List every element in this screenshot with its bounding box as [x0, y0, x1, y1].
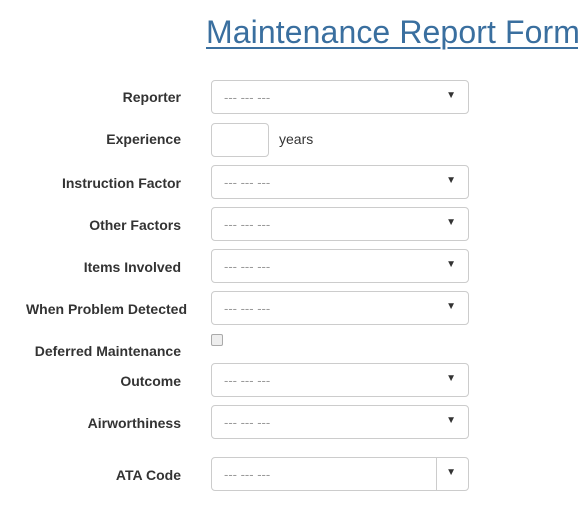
- when-problem-detected-label: When Problem Detected: [25, 301, 187, 317]
- when-problem-detected-select-value: --- --- ---: [224, 301, 271, 316]
- ata-code-divider: [436, 458, 437, 490]
- ata-code-select[interactable]: --- --- --- ▼: [211, 457, 469, 491]
- other-factors-select[interactable]: --- --- --- ▼: [211, 207, 469, 241]
- reporter-label: Reporter: [122, 89, 181, 105]
- experience-unit: years: [279, 131, 314, 147]
- other-factors-label: Other Factors: [89, 217, 181, 233]
- reporter-select-value: --- --- ---: [224, 90, 271, 105]
- instruction-factor-select[interactable]: --- --- --- ▼: [211, 165, 469, 199]
- instruction-factor-label: Instruction Factor: [61, 175, 181, 191]
- page-title: Maintenance Report Form: [206, 14, 578, 50]
- caret-down-icon: ▼: [446, 90, 456, 101]
- airworthiness-label: Airworthiness: [87, 415, 181, 431]
- items-involved-select-value: --- --- ---: [224, 259, 271, 274]
- caret-down-icon: ▼: [446, 301, 456, 312]
- experience-input[interactable]: [211, 123, 269, 157]
- outcome-label: Outcome: [120, 373, 181, 389]
- caret-down-icon: ▼: [446, 415, 456, 426]
- outcome-select[interactable]: --- --- --- ▼: [211, 363, 469, 397]
- caret-down-icon: ▼: [446, 217, 456, 228]
- ata-code-select-value: --- --- ---: [224, 467, 271, 482]
- items-involved-select[interactable]: --- --- --- ▼: [211, 249, 469, 283]
- outcome-select-value: --- --- ---: [224, 373, 271, 388]
- caret-down-icon: ▼: [446, 373, 456, 384]
- airworthiness-select-value: --- --- ---: [224, 415, 271, 430]
- when-problem-detected-select[interactable]: --- --- --- ▼: [211, 291, 469, 325]
- instruction-factor-select-value: --- --- ---: [224, 175, 271, 190]
- caret-down-icon: ▼: [446, 175, 456, 186]
- airworthiness-select[interactable]: --- --- --- ▼: [211, 405, 469, 439]
- other-factors-select-value: --- --- ---: [224, 217, 271, 232]
- deferred-maintenance-checkbox[interactable]: [211, 334, 223, 346]
- ata-code-label: ATA Code: [115, 467, 181, 483]
- items-involved-label: Items Involved: [83, 259, 181, 275]
- caret-down-icon[interactable]: ▼: [446, 467, 456, 478]
- experience-label: Experience: [106, 131, 181, 147]
- deferred-maintenance-label: Deferred Maintenance: [34, 343, 181, 359]
- reporter-select[interactable]: --- --- --- ▼: [211, 80, 469, 114]
- caret-down-icon: ▼: [446, 259, 456, 270]
